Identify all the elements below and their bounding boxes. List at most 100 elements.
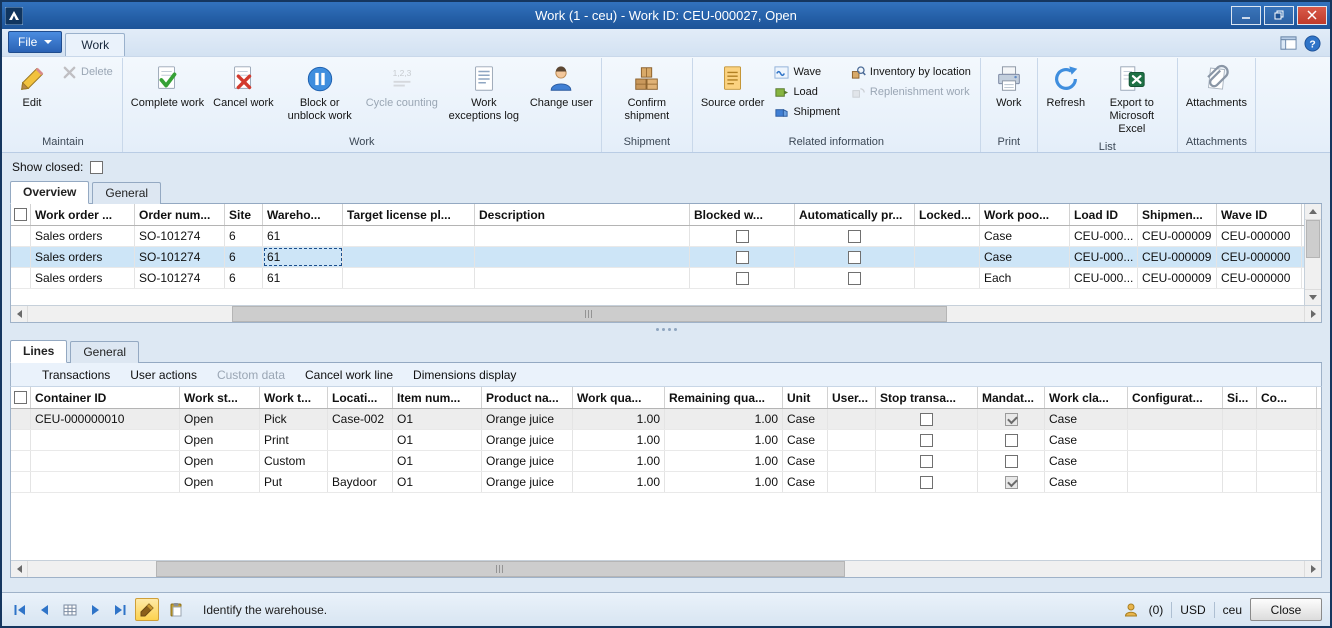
- delete-button[interactable]: Delete: [57, 62, 118, 82]
- checkbox[interactable]: [920, 434, 933, 447]
- cell[interactable]: Orange juice: [482, 409, 573, 429]
- scrollbar-thumb[interactable]: [232, 306, 947, 322]
- cell[interactable]: 1.00: [573, 409, 665, 429]
- column-header-unit[interactable]: Unit: [783, 387, 828, 408]
- nav-next-icon[interactable]: [85, 600, 105, 620]
- column-header-blocked-w[interactable]: Blocked w...: [690, 204, 795, 225]
- select-all-cell[interactable]: [11, 387, 31, 408]
- column-header-target-license-pl[interactable]: Target license pl...: [343, 204, 475, 225]
- column-header-work-t[interactable]: Work t...: [260, 387, 328, 408]
- checkbox[interactable]: [848, 230, 861, 243]
- cancel-work-button[interactable]: Cancel work: [209, 59, 278, 133]
- grid-view-icon[interactable]: [60, 600, 80, 620]
- table-row[interactable]: Sales ordersSO-101274661CaseCEU-000...CE…: [11, 247, 1304, 268]
- cell[interactable]: [1128, 451, 1223, 471]
- table-row[interactable]: OpenPutBaydoorO1Orange juice1.001.00Case…: [11, 472, 1321, 493]
- table-row[interactable]: CEU-000000010OpenPickCase-002O1Orange ju…: [11, 409, 1321, 430]
- checkbox[interactable]: [14, 208, 27, 221]
- cell[interactable]: SO-101274: [135, 226, 225, 246]
- column-header-work-cla[interactable]: Work cla...: [1045, 387, 1128, 408]
- checkbox[interactable]: [1005, 476, 1018, 489]
- show-closed-checkbox[interactable]: [90, 161, 103, 174]
- cell[interactable]: Case: [783, 451, 828, 471]
- nav-last-icon[interactable]: [110, 600, 130, 620]
- column-header-load-id[interactable]: Load ID: [1070, 204, 1138, 225]
- column-header-wareho[interactable]: Wareho...: [263, 204, 343, 225]
- cell[interactable]: Sales orders: [31, 247, 135, 267]
- scroll-left-arrow[interactable]: [11, 561, 28, 577]
- cell[interactable]: Put: [260, 472, 328, 492]
- cell[interactable]: 1.00: [665, 472, 783, 492]
- cell[interactable]: Sales orders: [31, 268, 135, 288]
- cell[interactable]: CEU-000...: [1070, 226, 1138, 246]
- cell[interactable]: Print: [260, 430, 328, 450]
- cell[interactable]: [690, 268, 795, 288]
- cell[interactable]: CEU-000000: [1217, 268, 1302, 288]
- cell[interactable]: Sales orders: [31, 226, 135, 246]
- cell[interactable]: CEU-000009: [1138, 226, 1217, 246]
- cell[interactable]: O1: [393, 451, 482, 471]
- edit-button[interactable]: Edit: [8, 59, 56, 133]
- cell[interactable]: 1.00: [573, 472, 665, 492]
- checkbox[interactable]: [920, 413, 933, 426]
- user-icon[interactable]: [1121, 600, 1141, 620]
- cell[interactable]: 6: [225, 226, 263, 246]
- minimize-button[interactable]: [1231, 6, 1261, 25]
- cell[interactable]: Case: [1045, 472, 1128, 492]
- cell[interactable]: Case: [980, 247, 1070, 267]
- cell[interactable]: [876, 430, 978, 450]
- complete-work-button[interactable]: Complete work: [127, 59, 208, 133]
- checkbox[interactable]: [14, 391, 27, 404]
- cell[interactable]: 6: [225, 268, 263, 288]
- cell[interactable]: [343, 268, 475, 288]
- user-actions-button[interactable]: User actions: [121, 366, 206, 384]
- cell[interactable]: 6: [225, 247, 263, 267]
- scrollbar-thumb[interactable]: [1306, 220, 1320, 258]
- work-exceptions-log-button[interactable]: Work exceptions log: [443, 59, 525, 133]
- column-header-site[interactable]: Site: [225, 204, 263, 225]
- checkbox[interactable]: [1005, 434, 1018, 447]
- cell[interactable]: [1128, 472, 1223, 492]
- horizontal-scrollbar[interactable]: [11, 305, 1321, 322]
- cell[interactable]: [978, 430, 1045, 450]
- column-header-order-num[interactable]: Order num...: [135, 204, 225, 225]
- overview-tab-overview[interactable]: Overview: [10, 181, 89, 204]
- column-header-mandat[interactable]: Mandat...: [978, 387, 1045, 408]
- cell[interactable]: 61: [263, 247, 343, 267]
- vertical-scrollbar[interactable]: [1304, 204, 1321, 305]
- edit-record-button[interactable]: [135, 598, 159, 621]
- column-header-description[interactable]: Description: [475, 204, 690, 225]
- cell[interactable]: [1257, 409, 1317, 429]
- cell[interactable]: [876, 409, 978, 429]
- cell[interactable]: CEU-000009: [1138, 268, 1217, 288]
- row-select-cell[interactable]: [11, 226, 31, 246]
- cell[interactable]: [31, 472, 180, 492]
- checkbox[interactable]: [848, 272, 861, 285]
- checkbox[interactable]: [1005, 413, 1018, 426]
- row-select-cell[interactable]: [11, 409, 31, 429]
- cell[interactable]: [795, 226, 915, 246]
- row-select-cell[interactable]: [11, 247, 31, 267]
- cell[interactable]: Case: [1045, 430, 1128, 450]
- column-header-work-qua[interactable]: Work qua...: [573, 387, 665, 408]
- scroll-up-arrow[interactable]: [1305, 204, 1321, 220]
- cell[interactable]: [31, 451, 180, 471]
- scroll-left-arrow[interactable]: [11, 306, 28, 322]
- cell[interactable]: Case: [783, 409, 828, 429]
- cell[interactable]: 1.00: [665, 409, 783, 429]
- cell[interactable]: [915, 247, 980, 267]
- cell[interactable]: 1.00: [665, 430, 783, 450]
- cell[interactable]: CEU-000000010: [31, 409, 180, 429]
- table-row[interactable]: Sales ordersSO-101274661EachCEU-000...CE…: [11, 268, 1304, 289]
- cell[interactable]: Baydoor: [328, 472, 393, 492]
- close-window-button[interactable]: [1297, 6, 1327, 25]
- checkbox[interactable]: [1005, 455, 1018, 468]
- ribbon-tab-work[interactable]: Work: [65, 33, 125, 57]
- cell[interactable]: Open: [180, 430, 260, 450]
- cell[interactable]: [328, 451, 393, 471]
- cell[interactable]: [795, 268, 915, 288]
- column-header-configurat[interactable]: Configurat...: [1128, 387, 1223, 408]
- nav-previous-icon[interactable]: [35, 600, 55, 620]
- cell[interactable]: [915, 268, 980, 288]
- cell[interactable]: Case: [980, 226, 1070, 246]
